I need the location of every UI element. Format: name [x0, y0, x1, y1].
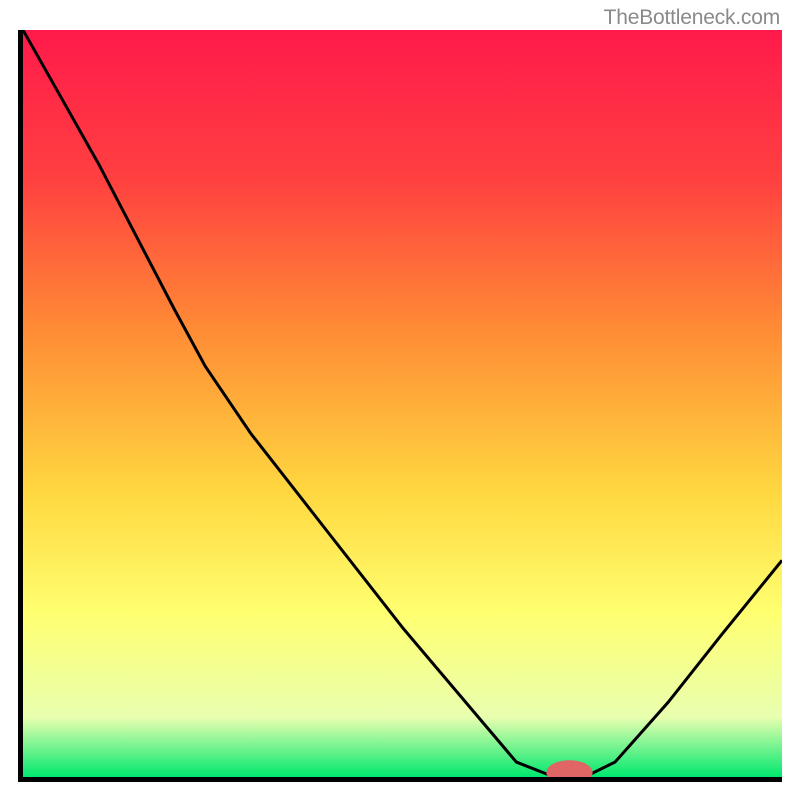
chart-container: TheBottleneck.com [0, 0, 800, 800]
watermark-text: TheBottleneck.com [604, 6, 780, 30]
chart-frame [18, 30, 782, 782]
chart-plot [23, 30, 782, 777]
gradient-background [23, 30, 782, 777]
